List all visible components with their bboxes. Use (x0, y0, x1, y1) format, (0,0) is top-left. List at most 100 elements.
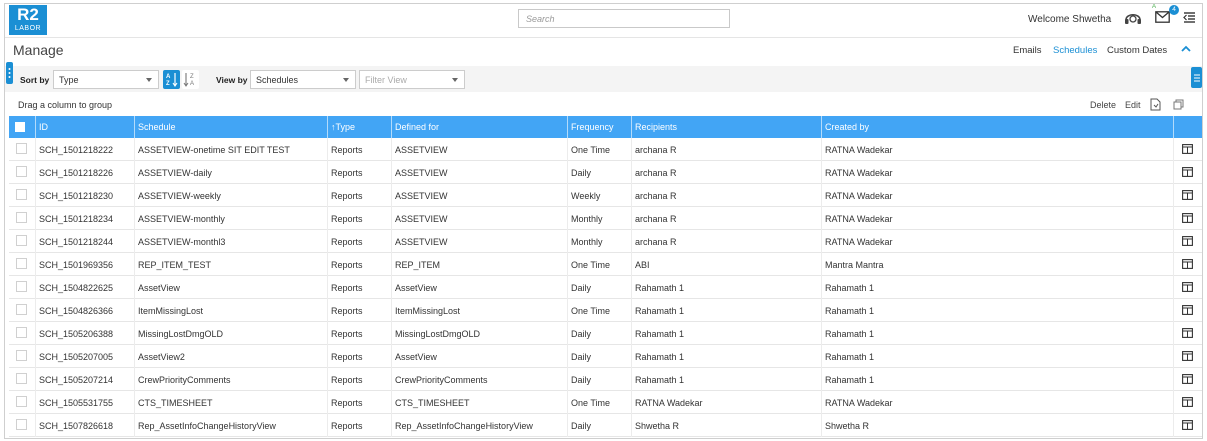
tab-emails[interactable]: Emails (1013, 45, 1042, 56)
row-checkbox[interactable] (16, 373, 27, 384)
column-view-icon[interactable] (1182, 328, 1193, 340)
svg-text:Z: Z (166, 81, 170, 87)
row-checkbox[interactable] (16, 258, 27, 269)
sort-descending-button[interactable]: Z A (182, 70, 199, 89)
table-row[interactable]: SCH_1501218226 ASSETVIEW-daily Reports ASSE… (9, 161, 1202, 184)
row-checkbox[interactable] (16, 212, 27, 223)
right-panel-toggle[interactable] (1191, 67, 1202, 88)
cell-defined-for: AssetView (391, 345, 567, 368)
column-view-icon[interactable] (1182, 351, 1193, 363)
table-row[interactable]: SCH_1505206388 MissingLostDmgOLD Reports Mi… (9, 322, 1202, 345)
column-header-recipients[interactable]: Recipients (631, 116, 821, 138)
cell-frequency: One Time (567, 299, 631, 322)
row-select-cell (9, 230, 35, 253)
mail-icon[interactable] (1155, 11, 1170, 25)
cell-created-by: RATNA Wadekar (821, 184, 1173, 207)
table-row[interactable]: SCH_1501218222 ASSETVIEW-onetime SIT EDIT… (9, 138, 1202, 161)
cell-frequency: One Time (567, 138, 631, 161)
column-view-icon[interactable] (1182, 167, 1193, 179)
filter-view-placeholder: Filter View (365, 75, 407, 85)
table-row[interactable]: SCH_1505207005 AssetView2 Reports AssetView… (9, 345, 1202, 368)
row-checkbox[interactable] (16, 304, 27, 315)
logo-big-text: R2 (17, 5, 39, 24)
cell-schedule: ASSETVIEW-onetime SIT EDIT TEST (134, 138, 327, 161)
table-row[interactable]: SCH_1501218244 ASSETVIEW-monthl3 Reports AS… (9, 230, 1202, 253)
view-by-value: Schedules (256, 75, 299, 85)
row-actions-cell (1173, 276, 1202, 299)
search-input[interactable]: Search (518, 9, 730, 28)
column-view-icon[interactable] (1182, 236, 1193, 248)
column-view-icon[interactable] (1182, 305, 1193, 317)
row-checkbox[interactable] (16, 189, 27, 200)
row-checkbox[interactable] (16, 419, 27, 430)
row-actions-cell (1173, 207, 1202, 230)
cell-defined-for: ASSETVIEW (391, 138, 567, 161)
table-row[interactable]: SCH_1501218230 ASSETVIEW-weekly Reports ASS… (9, 184, 1202, 207)
column-view-icon[interactable] (1182, 190, 1193, 202)
left-panel-toggle[interactable] (6, 62, 13, 84)
cell-created-by: Rahamath 1 (821, 299, 1173, 322)
table-row[interactable]: SCH_1505207214 CrewPriorityComments Report… (9, 368, 1202, 391)
view-by-select[interactable]: Schedules (250, 70, 356, 89)
row-checkbox[interactable] (16, 396, 27, 407)
cell-frequency: Monthly (567, 230, 631, 253)
sort-ascending-button[interactable]: A Z (163, 70, 180, 89)
column-view-icon[interactable] (1182, 282, 1193, 294)
column-header-schedule[interactable]: Schedule (134, 116, 327, 138)
export-file-icon[interactable] (1150, 98, 1161, 113)
column-view-icon[interactable] (1182, 397, 1193, 409)
cell-frequency: Daily (567, 414, 631, 437)
select-all-checkbox[interactable] (15, 122, 25, 132)
table-header: ID Schedule ↑Type Defined for Frequency … (9, 116, 1202, 138)
table-row[interactable]: SCH_1501218234 ASSETVIEW-monthly Reports AS… (9, 207, 1202, 230)
cell-schedule: REP_ITEM_TEST (134, 253, 327, 276)
row-select-cell (9, 391, 35, 414)
tab-custom-dates[interactable]: Custom Dates (1107, 45, 1167, 56)
row-actions-cell (1173, 253, 1202, 276)
row-checkbox[interactable] (16, 281, 27, 292)
column-header-frequency[interactable]: Frequency (567, 116, 631, 138)
row-select-cell (9, 345, 35, 368)
support-headset-icon[interactable] (1123, 9, 1143, 29)
delete-button[interactable]: Delete (1090, 100, 1116, 110)
row-checkbox[interactable] (16, 166, 27, 177)
copy-icon[interactable] (1173, 99, 1184, 112)
row-checkbox[interactable] (16, 143, 27, 154)
svg-text:Z: Z (190, 74, 194, 80)
cell-type: Reports (327, 322, 391, 345)
sort-by-select[interactable]: Type (53, 70, 159, 89)
cell-type: Reports (327, 230, 391, 253)
menu-collapse-icon[interactable] (1183, 11, 1196, 26)
row-checkbox[interactable] (16, 235, 27, 246)
cell-defined-for: CTS_TIMESHEET (391, 391, 567, 414)
cell-frequency: Daily (567, 368, 631, 391)
column-view-icon[interactable] (1182, 259, 1193, 271)
table-row[interactable]: SCH_1501969356 REP_ITEM_TEST Reports REP_IT… (9, 253, 1202, 276)
cell-frequency: One Time (567, 253, 631, 276)
tab-schedules[interactable]: Schedules (1053, 45, 1097, 56)
column-view-icon[interactable] (1182, 144, 1193, 156)
cell-recipients: Rahamath 1 (631, 345, 821, 368)
table-row[interactable]: SCH_1504826366 ItemMissingLost Reports Item… (9, 299, 1202, 322)
column-header-defined-for[interactable]: Defined for (391, 116, 567, 138)
cell-schedule: MissingLostDmgOLD (134, 322, 327, 345)
column-header-created-by[interactable]: Created by (821, 116, 1173, 138)
row-select-cell (9, 207, 35, 230)
column-view-icon[interactable] (1182, 213, 1193, 225)
table-row[interactable]: SCH_1507826618 Rep_AssetInfoChangeHistory… (9, 414, 1202, 437)
cell-recipients: ABI (631, 253, 821, 276)
logo-small-text: LABOR (14, 25, 42, 32)
row-checkbox[interactable] (16, 350, 27, 361)
column-view-icon[interactable] (1182, 420, 1193, 432)
r2-labor-logo[interactable]: R2 LABOR (9, 5, 47, 35)
column-header-id[interactable]: ID (35, 116, 134, 138)
chevron-up-icon[interactable] (1181, 45, 1191, 55)
table-row[interactable]: SCH_1505531755 CTS_TIMESHEET Reports CTS_TI… (9, 391, 1202, 414)
column-header-type[interactable]: ↑Type (327, 116, 391, 138)
row-checkbox[interactable] (16, 327, 27, 338)
edit-button[interactable]: Edit (1125, 100, 1141, 110)
group-drop-zone[interactable]: Drag a column to group (18, 100, 112, 110)
filter-view-select[interactable]: Filter View (359, 70, 465, 89)
column-view-icon[interactable] (1182, 374, 1193, 386)
table-row[interactable]: SCH_1504822625 AssetView Reports AssetView D… (9, 276, 1202, 299)
